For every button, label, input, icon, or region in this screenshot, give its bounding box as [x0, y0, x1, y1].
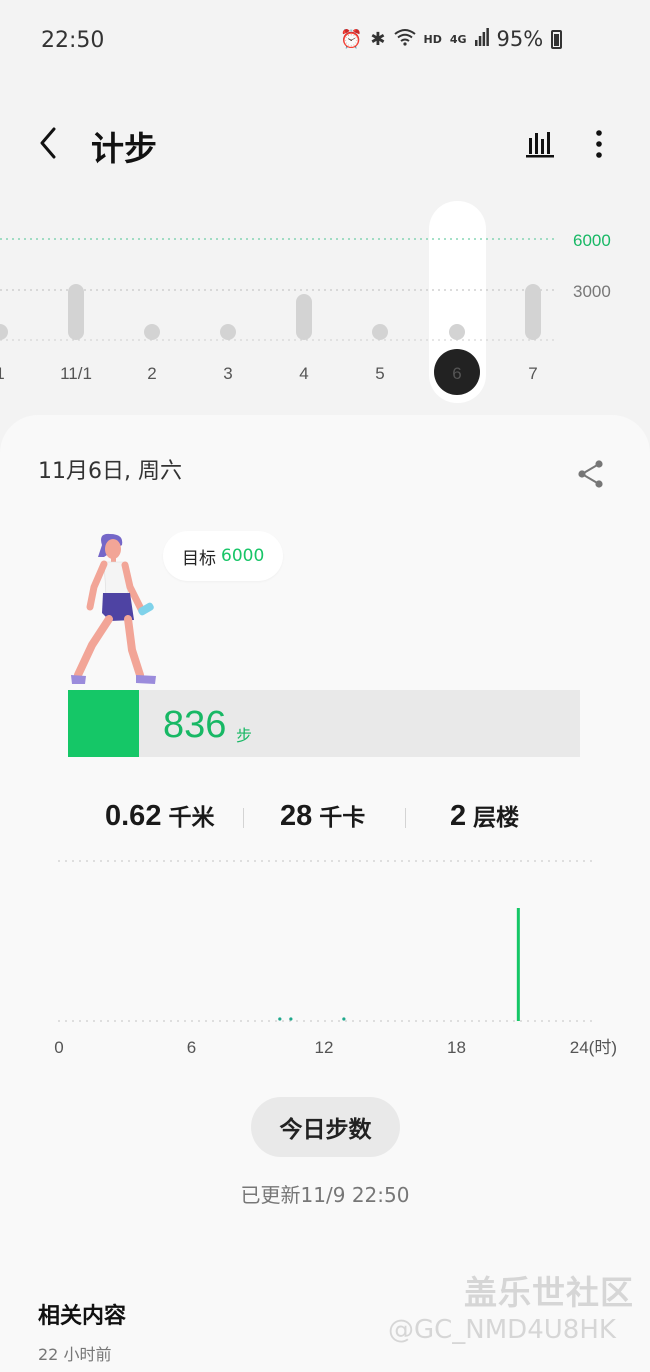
distance-metric: 0.62 千米 [105, 798, 214, 833]
hour-tick-label: 12 [315, 1038, 334, 1057]
status-time: 22:50 [41, 28, 105, 53]
bar-chart-icon [526, 132, 554, 158]
more-vert-icon [596, 130, 602, 158]
date-title: 11月6日, 周六 [38, 459, 182, 484]
week-bar[interactable] [525, 284, 541, 340]
updated-time: 已更新11/9 22:50 [240, 1183, 410, 1207]
week-bar[interactable] [449, 324, 465, 340]
goal-bubble: 目标 6000 [163, 531, 284, 581]
week-bar[interactable] [0, 324, 8, 340]
week-day-label[interactable]: 11/1 [60, 364, 92, 383]
hour-tick-label: 18 [447, 1038, 466, 1057]
bluetooth-icon: ✱ [370, 28, 386, 50]
metric-divider [405, 808, 406, 828]
trends-button[interactable] [522, 124, 560, 164]
hour-tick-label: 0 [54, 1038, 63, 1057]
hour-tick-label: 24(时) [570, 1038, 617, 1057]
share-icon [578, 460, 603, 488]
calories-value: 28 [280, 800, 313, 832]
floors-unit: 层楼 [473, 805, 520, 831]
week-day-label[interactable]: 1 [0, 364, 5, 383]
signal-icon [474, 28, 489, 50]
week-day-label[interactable]: 6 [452, 364, 461, 383]
mid-line-label: 3000 [573, 282, 611, 301]
steps-count: 836 [163, 704, 227, 746]
activity-bar [516, 908, 520, 1021]
floors-value: 2 [450, 800, 467, 832]
wifi-icon [393, 28, 416, 51]
page-title: 计步 [91, 129, 157, 168]
related-content-title: 相关内容 [38, 1304, 127, 1329]
back-button[interactable] [30, 118, 74, 168]
hour-tick-label: 6 [187, 1038, 196, 1057]
network-type-label: 4G [449, 32, 467, 46]
watermark-title: 盖乐世社区 [464, 1273, 634, 1312]
walking-person-illustration [71, 533, 156, 684]
week-bar[interactable] [220, 324, 236, 340]
weekly-steps-chart: 6000 3000 1 11/1 2 3 4 5 6 7 [0, 201, 611, 403]
related-content-time: 22 小时前 [38, 1345, 112, 1364]
week-day-label[interactable]: 2 [147, 364, 156, 383]
calories-unit: 千卡 [319, 805, 366, 831]
week-day-label[interactable]: 7 [528, 364, 537, 383]
week-bar[interactable] [68, 284, 84, 340]
activity-point [278, 1017, 282, 1021]
battery-percent: 95% [496, 27, 544, 51]
activity-point [289, 1017, 293, 1021]
goal-value: 6000 [221, 546, 265, 566]
week-bar[interactable] [296, 294, 312, 340]
steps-progress-fill [68, 690, 139, 757]
share-button[interactable] [574, 457, 608, 491]
battery-icon [551, 29, 563, 49]
week-bar[interactable] [372, 324, 388, 340]
floors-metric: 2 层楼 [450, 798, 519, 833]
steps-unit: 步 [236, 726, 253, 745]
goal-line-label: 6000 [573, 231, 611, 250]
metric-divider [243, 808, 244, 828]
steps-progress-bar [68, 690, 580, 757]
week-day-label[interactable]: 3 [223, 364, 232, 383]
back-icon [40, 127, 56, 159]
more-options-button[interactable] [584, 124, 614, 164]
alarm-icon: ⏰ [340, 28, 363, 50]
hd-label: HD [423, 32, 442, 46]
goal-label: 目标 [182, 548, 216, 569]
week-day-label[interactable]: 4 [299, 364, 308, 383]
activity-point [342, 1017, 346, 1021]
week-day-label[interactable]: 5 [375, 364, 384, 383]
status-icons: ⏰ ✱ HD 4G 95% [340, 27, 563, 51]
hourly-steps-chart: 0 6 12 18 24(时) [54, 860, 617, 1057]
today-steps-button[interactable]: 今日步数 [251, 1097, 400, 1157]
watermark-handle: @GC_NMD4U8HK [388, 1315, 616, 1345]
distance-unit: 千米 [168, 805, 215, 831]
calories-metric: 28 千卡 [280, 798, 365, 833]
week-bar[interactable] [144, 324, 160, 340]
distance-value: 0.62 [105, 800, 162, 832]
